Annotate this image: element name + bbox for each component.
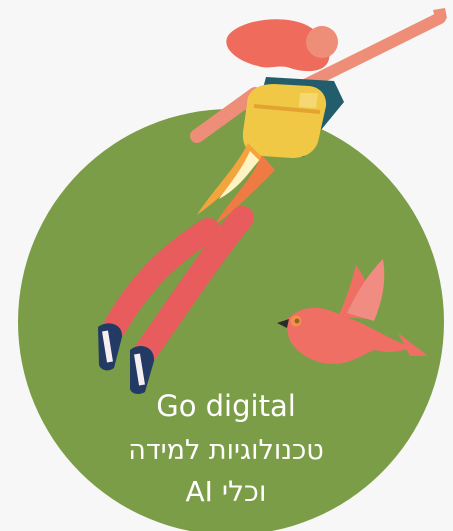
caption-learning-tech: טכנולוגיות למידה: [128, 435, 324, 466]
caption-ai-tools: וכלי AI: [185, 475, 267, 508]
caption-go-digital: Go digital: [156, 389, 296, 423]
promo-card[interactable]: Go digital טכנולוגיות למידה וכלי AI: [0, 0, 453, 531]
